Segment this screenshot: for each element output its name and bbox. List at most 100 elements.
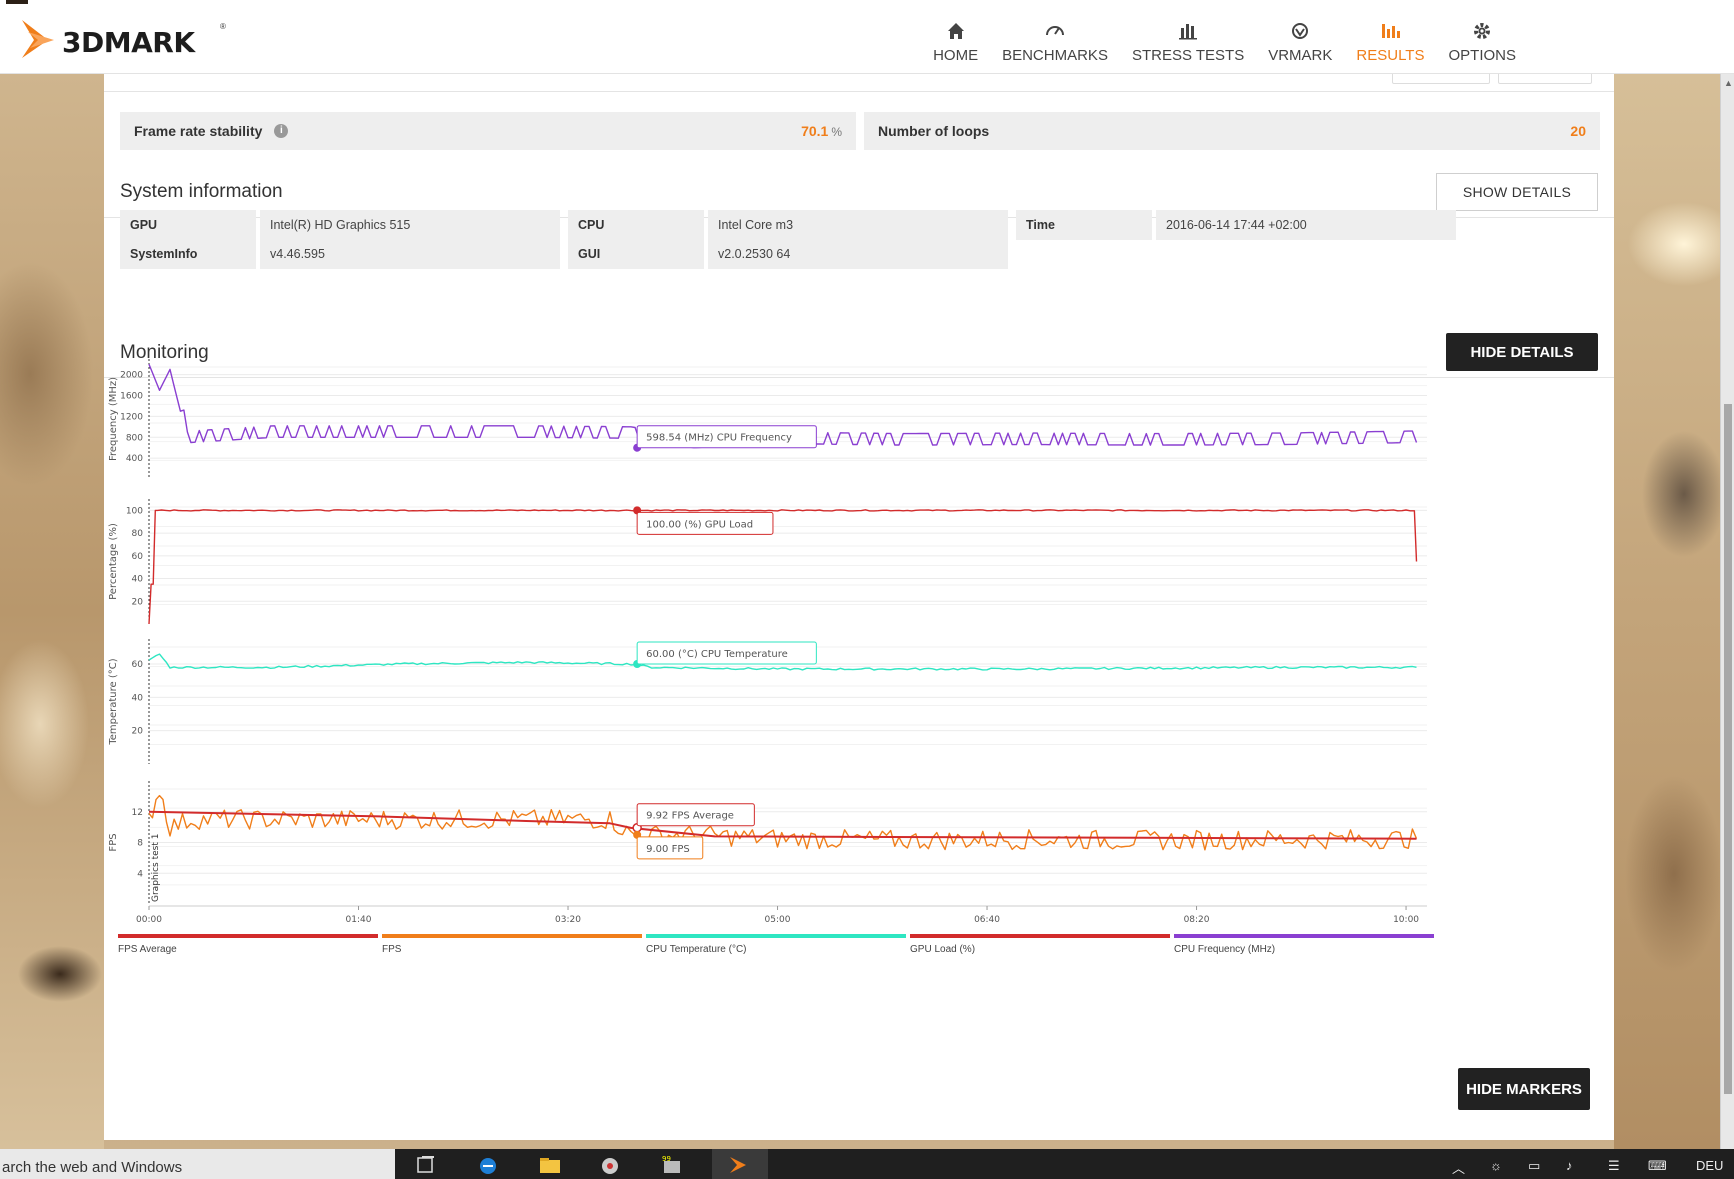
svg-text:99: 99 [662, 1155, 671, 1163]
tooltip-text: 598.54 (MHz) CPU Frequency [646, 433, 792, 444]
y-tick-label: 60 [132, 552, 144, 562]
monitoring-chart[interactable]: 2000 1600 1200 800 400 Frequency (MHz) 598.54 … [104, 359, 1614, 1019]
x-tick-label: 10:00 [1393, 915, 1419, 925]
gear-icon [1448, 20, 1516, 42]
y-tick-label: 40 [132, 575, 144, 585]
legend-item[interactable]: CPU Temperature (°C) [646, 934, 906, 958]
y-tick-label: 80 [132, 529, 144, 539]
nav-label: BENCHMARKS [1002, 47, 1108, 64]
legend-color-bar [118, 934, 378, 938]
scroll-thumb[interactable] [1724, 404, 1732, 1094]
tooltip-text: 9.00 FPS [646, 844, 690, 855]
language-indicator[interactable]: DEU [1696, 1158, 1723, 1173]
home-icon [933, 20, 978, 42]
partial-button-2[interactable] [1498, 74, 1592, 84]
top-navigation-bar: 3DMARK ® HOME BENCHMARKS STRESS TESTS VRMAR… [0, 0, 1734, 74]
nav-benchmarks[interactable]: BENCHMARKS [990, 0, 1120, 74]
x-tick-label: 00:00 [136, 915, 162, 925]
loops-label: Number of loops [878, 123, 990, 139]
nav-label: OPTIONS [1448, 47, 1516, 64]
tooltip-text: 100.00 (%) GPU Load [646, 519, 753, 530]
legend-item[interactable]: GPU Load (%) [910, 934, 1170, 958]
edge-browser-icon[interactable] [476, 1155, 500, 1175]
legend-item[interactable]: FPS [382, 934, 642, 958]
sysinfo-key: GPU [120, 210, 256, 240]
y-tick-label: 100 [126, 506, 143, 516]
y-tick-label: 20 [132, 597, 144, 607]
y-tick-label: 12 [132, 808, 143, 818]
network-icon[interactable]: ☼ [1490, 1158, 1502, 1173]
active-3dmark-taskbar-item[interactable] [712, 1149, 768, 1179]
stability-value: 70.1% [801, 123, 842, 139]
keyboard-icon[interactable]: ⌨ [1648, 1158, 1667, 1174]
legend-label: GPU Load (%) [910, 944, 976, 955]
hide-markers-button[interactable]: HIDE MARKERS [1458, 1068, 1590, 1110]
background-artwork-left [0, 74, 104, 1149]
tooltip-text: 60.00 (°C) CPU Temperature [646, 649, 788, 660]
y-tick-label: 4 [137, 869, 143, 879]
show-details-button[interactable]: SHOW DETAILS [1436, 173, 1598, 211]
y-axis-label: Frequency (MHz) [108, 377, 119, 461]
x-tick-label: 01:40 [346, 915, 372, 925]
app-logo[interactable]: 3DMARK ® [18, 18, 238, 60]
y-axis-label: FPS [108, 833, 119, 851]
sysinfo-value: Intel Core m3 [708, 210, 1008, 240]
y-axis-label: Percentage (%) [108, 523, 119, 600]
sysinfo-value: v4.46.595 [260, 239, 560, 269]
y-tick-label: 40 [132, 693, 144, 703]
partial-button-1[interactable] [1392, 74, 1490, 84]
results-panel: Frame rate stability i 70.1% Number of l… [104, 74, 1614, 1140]
graphics-test-marker-label: Graphics test 1 [151, 834, 161, 902]
file-explorer-icon[interactable] [538, 1155, 562, 1175]
sysinfo-value: v2.0.2530 64 [708, 239, 1008, 269]
volume-icon[interactable]: ♪ [1566, 1158, 1573, 1173]
task-view-icon[interactable] [414, 1155, 438, 1175]
battery-icon[interactable]: ▭ [1528, 1158, 1540, 1174]
y-tick-label: 400 [126, 454, 143, 464]
sysinfo-key: SystemInfo [120, 239, 256, 269]
nav-stress-tests[interactable]: STRESS TESTS [1120, 0, 1256, 74]
scrollbar[interactable]: ▲ [1720, 74, 1734, 1149]
y-tick-label: 2000 [120, 371, 143, 381]
legend-item[interactable]: FPS Average [118, 934, 378, 958]
nav-results[interactable]: RESULTS [1344, 0, 1436, 74]
legend-color-bar [646, 934, 906, 938]
series-line-fps [148, 794, 1418, 851]
nav-vrmark[interactable]: VRMARK [1256, 0, 1344, 74]
tooltip-text: 9.92 FPS Average [646, 811, 734, 822]
info-icon[interactable]: i [274, 124, 289, 138]
sysinfo-value: Intel(R) HD Graphics 515 [260, 210, 560, 240]
sysinfo-key: GUI [568, 239, 704, 269]
logo-swoosh-icon [22, 20, 54, 58]
x-tick-label: 08:20 [1184, 915, 1210, 925]
sysinfo-key: Time [1016, 210, 1152, 240]
loops-value: 20 [1570, 123, 1586, 139]
nav-options[interactable]: OPTIONS [1436, 0, 1528, 74]
sysinfo-key: CPU [568, 210, 704, 240]
media-app-icon[interactable] [598, 1155, 622, 1175]
system-information-title: System information [120, 181, 283, 202]
taskbar-search-box[interactable]: arch the web and Windows [0, 1149, 395, 1179]
action-center-icon[interactable]: ☰ [1608, 1158, 1620, 1174]
vr-icon [1268, 20, 1332, 42]
background-artwork-right [1614, 74, 1734, 1149]
y-tick-label: 1600 [120, 392, 143, 402]
legend-item[interactable]: CPU Frequency (MHz) [1174, 934, 1434, 958]
y-tick-label: 20 [132, 727, 144, 737]
top-strip [104, 74, 1614, 92]
nav-label: STRESS TESTS [1131, 47, 1245, 64]
legend-color-bar [1174, 934, 1434, 938]
results-icon [1356, 20, 1424, 42]
nav-label: RESULTS [1356, 47, 1425, 64]
nav-home[interactable]: HOME [921, 0, 990, 74]
scroll-up-arrow-icon[interactable]: ▲ [1724, 78, 1733, 88]
gauge-icon [1002, 20, 1108, 42]
x-tick-label: 05:00 [765, 915, 791, 925]
number-of-loops-box: Number of loops 20 [864, 112, 1600, 150]
tablet-app-icon[interactable]: 99 [660, 1155, 684, 1175]
stability-label: Frame rate stability [134, 123, 263, 139]
bars-icon [1132, 20, 1244, 42]
window-icon [6, 0, 28, 4]
y-tick-label: 1200 [120, 412, 143, 422]
chevron-up-icon[interactable]: ︿ [1452, 1158, 1465, 1177]
